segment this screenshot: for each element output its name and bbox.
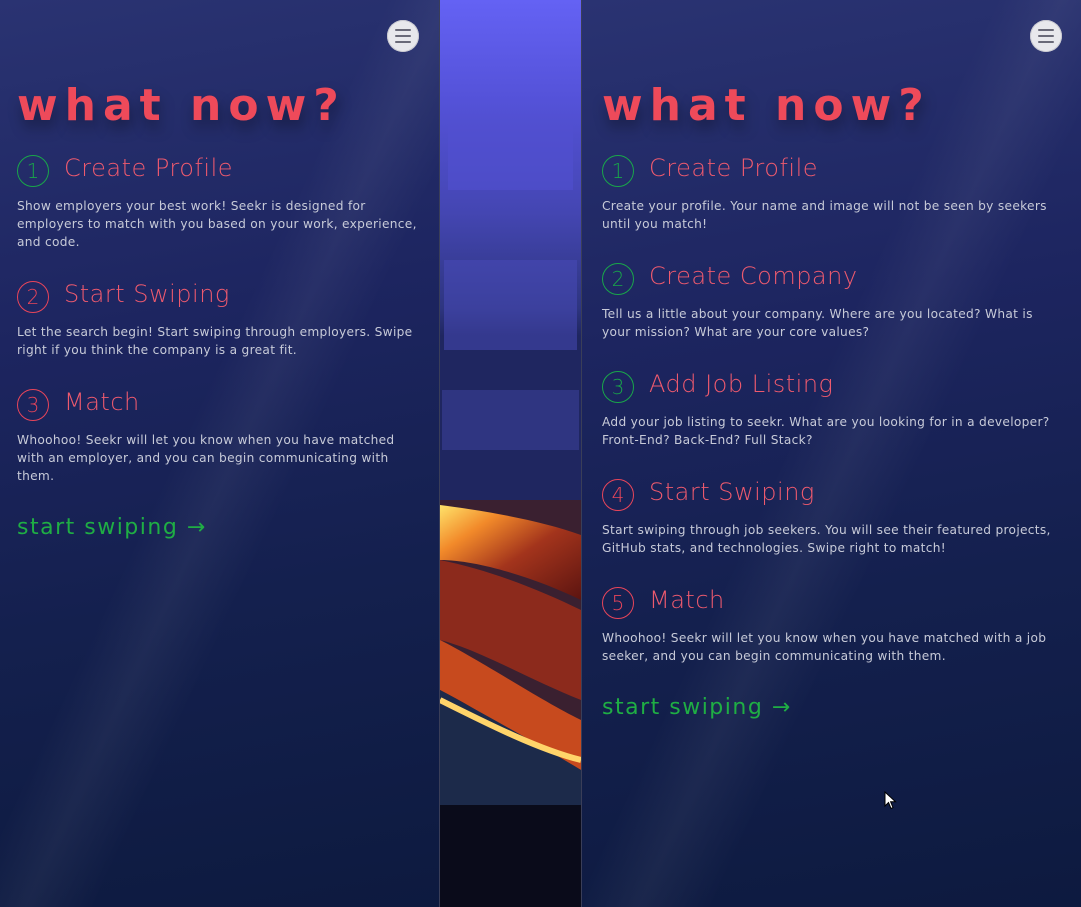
step-description: Add your job listing to seekr. What are …: [602, 415, 1050, 447]
step-description: Show employers your best work! Seekr is …: [17, 199, 417, 249]
start-swiping-link[interactable]: start swiping →: [17, 515, 207, 540]
hamburger-menu-icon-line: [1038, 35, 1054, 37]
step-title: Create Company: [649, 262, 858, 290]
step-item: 5 Match Whoohoo! Seekr will let you know…: [602, 586, 1057, 695]
start-swiping-link[interactable]: start swiping →: [602, 695, 792, 720]
left-panel: what now? 1 Create Profile Show employer…: [0, 0, 439, 907]
step-description: Tell us a little about your company. Whe…: [602, 307, 1033, 339]
mouse-pointer-icon: [884, 791, 897, 810]
page-heading: what now?: [17, 80, 346, 131]
page-heading: what now?: [602, 80, 931, 131]
step-item: 1 Create Profile Show employers your bes…: [17, 154, 422, 281]
step-number-badge: 3: [602, 371, 634, 403]
step-item: 3 Add Job Listing Add your job listing t…: [602, 370, 1057, 479]
hamburger-menu-icon: [1038, 29, 1054, 31]
step-item: 4 Start Swiping Start swiping through jo…: [602, 478, 1057, 587]
hamburger-menu-icon: [395, 29, 411, 31]
step-item: 3 Match Whoohoo! Seekr will let you know…: [17, 388, 422, 515]
steps-list: 1 Create Profile Create your profile. Yo…: [602, 154, 1057, 720]
step-description: Whoohoo! Seekr will let you know when yo…: [17, 433, 395, 483]
step-title: Create Profile: [64, 154, 233, 182]
step-number-badge: 4: [602, 479, 634, 511]
step-number-badge: 1: [602, 155, 634, 187]
hamburger-menu-icon-line: [395, 35, 411, 37]
step-title: Start Swiping: [649, 478, 815, 506]
background-image-strip: [440, 0, 581, 907]
step-description: Start swiping through job seekers. You w…: [602, 523, 1051, 555]
step-number-badge: 1: [17, 155, 49, 187]
hamburger-menu-icon-line: [395, 41, 411, 43]
hamburger-menu-icon-line: [1038, 41, 1054, 43]
step-number-badge: 2: [17, 281, 49, 313]
step-item: 1 Create Profile Create your profile. Yo…: [602, 154, 1057, 263]
step-number-badge: 2: [602, 263, 634, 295]
step-title: Start Swiping: [64, 280, 230, 308]
step-description: Whoohoo! Seekr will let you know when yo…: [602, 631, 1047, 663]
menu-button-left[interactable]: [387, 20, 419, 52]
step-description: Create your profile. Your name and image…: [602, 199, 1047, 231]
step-description: Let the search begin! Start swiping thro…: [17, 325, 413, 357]
step-number-badge: 3: [17, 389, 49, 421]
step-item: 2 Create Company Tell us a little about …: [602, 262, 1057, 371]
step-title: Match: [649, 586, 725, 614]
step-item: 2 Start Swiping Let the search begin! St…: [17, 280, 422, 389]
step-number-badge: 5: [602, 587, 634, 619]
abstract-background-art: [440, 0, 581, 907]
steps-list: 1 Create Profile Show employers your bes…: [17, 154, 422, 540]
step-title: Create Profile: [649, 154, 818, 182]
step-title: Add Job Listing: [649, 370, 834, 398]
menu-button-right[interactable]: [1030, 20, 1062, 52]
step-title: Match: [64, 388, 140, 416]
right-panel: what now? 1 Create Profile Create your p…: [582, 0, 1081, 907]
